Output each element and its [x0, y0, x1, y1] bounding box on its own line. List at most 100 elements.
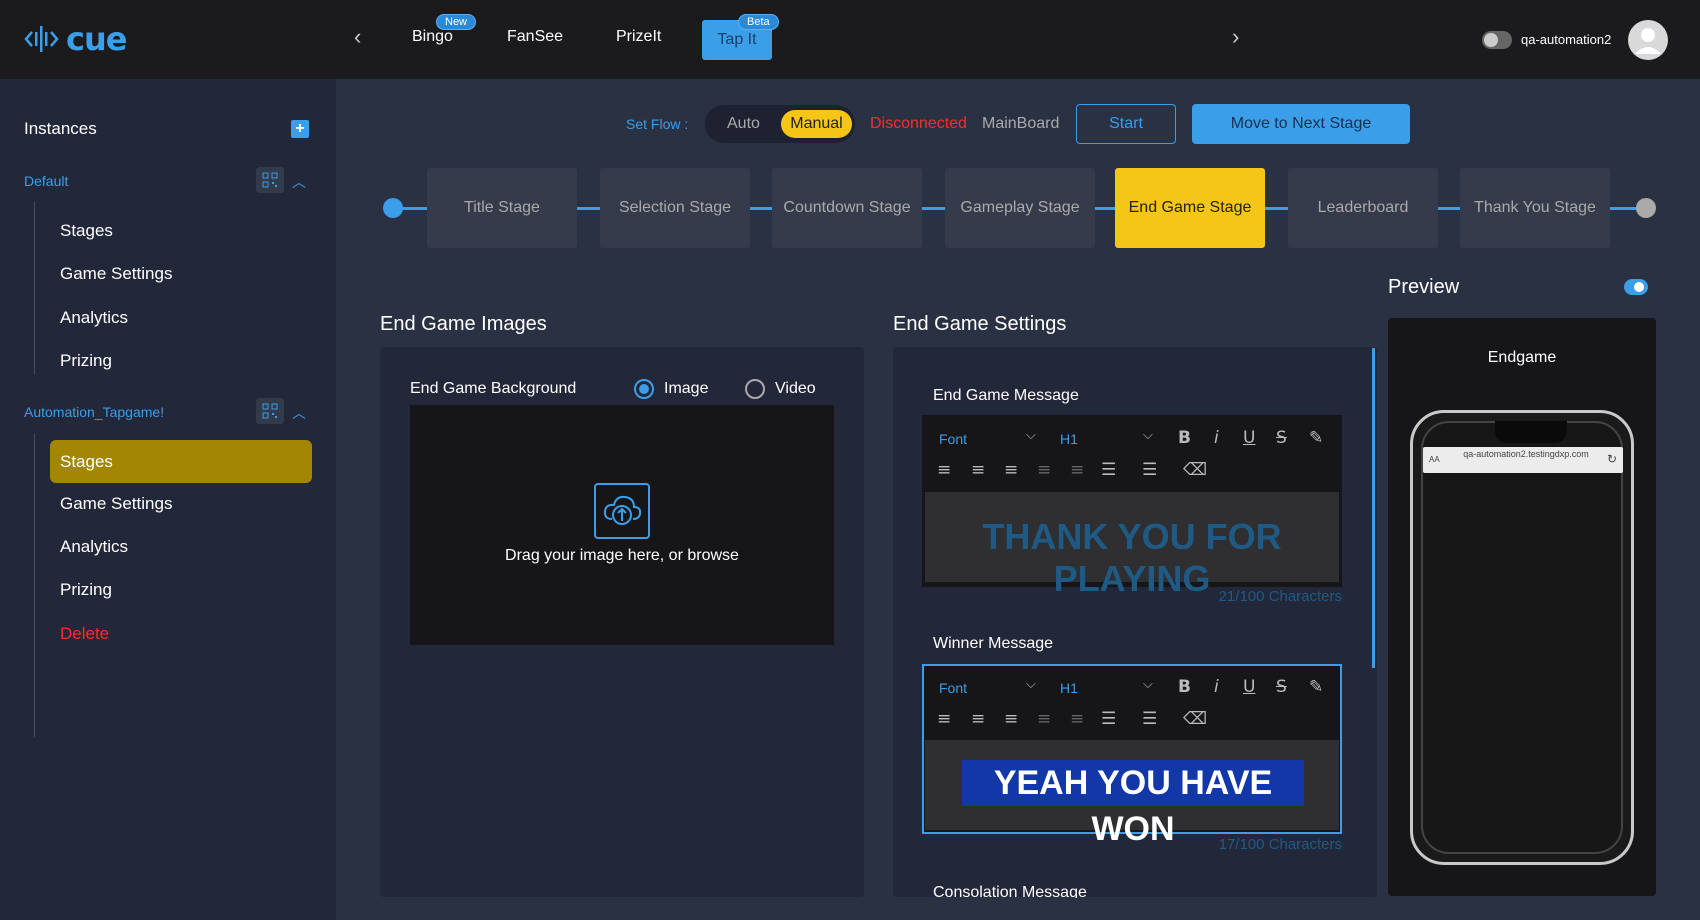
preview-toggle[interactable]: [1624, 279, 1648, 295]
sidebar: Instances + Default ︿ Stages Game Settin…: [0, 79, 336, 920]
sidebar-item-stages-active[interactable]: Stages: [50, 440, 312, 483]
italic-icon[interactable]: i: [1214, 677, 1219, 697]
stage-title[interactable]: Title Stage: [427, 168, 577, 248]
sidebar-item-prizing[interactable]: Prizing: [60, 351, 112, 371]
align-center-icon[interactable]: ≡: [971, 709, 985, 729]
avatar[interactable]: [1628, 20, 1668, 60]
username: qa-automation2: [1521, 32, 1612, 47]
stage-countdown[interactable]: Countdown Stage: [772, 168, 922, 248]
underline-icon[interactable]: U: [1243, 428, 1255, 448]
align-left-icon[interactable]: ≡: [937, 460, 951, 480]
tab-fansee[interactable]: FanSee: [507, 28, 563, 46]
phone-mockup: AA qa-automation2.testingdxp.com ↻: [1410, 410, 1634, 865]
italic-icon[interactable]: i: [1214, 428, 1219, 448]
strikethrough-icon[interactable]: S: [1276, 677, 1287, 697]
add-instance-button[interactable]: +: [291, 120, 309, 138]
image-radio[interactable]: [634, 379, 654, 399]
chevron-down-icon[interactable]: ⌵: [1143, 428, 1153, 443]
bold-icon[interactable]: B: [1178, 428, 1191, 448]
unordered-list-icon[interactable]: ☰: [1142, 460, 1157, 480]
sidebar-item-prizing[interactable]: Prizing: [60, 580, 112, 600]
indent-icon[interactable]: ≡: [1070, 460, 1084, 480]
tab-bingo[interactable]: Bingo: [412, 28, 453, 46]
font-select[interactable]: Font: [939, 680, 967, 696]
video-radio[interactable]: [745, 379, 765, 399]
phone-notch: [1495, 421, 1567, 443]
stage-end-game[interactable]: End Game Stage: [1115, 168, 1265, 248]
aa-text: AA: [1429, 455, 1440, 464]
clear-format-icon[interactable]: ⌫: [1183, 709, 1207, 729]
group-automation-tapgame[interactable]: Automation_Tapgame!: [24, 404, 164, 420]
sidebar-item-analytics[interactable]: Analytics: [60, 308, 128, 328]
tab-prizeit[interactable]: PrizeIt: [616, 28, 661, 46]
sidebar-item-delete[interactable]: Delete: [60, 624, 109, 644]
chevron-down-icon[interactable]: ⌵: [1026, 428, 1036, 443]
upload-icon[interactable]: [594, 483, 650, 539]
connection-status: Disconnected: [870, 115, 967, 132]
dropzone-text: Drag your image here, or browse: [505, 547, 739, 564]
theme-toggle[interactable]: [1482, 31, 1512, 49]
phone-screen: AA qa-automation2.testingdxp.com ↻: [1421, 421, 1623, 854]
brush-icon[interactable]: ✎: [1309, 677, 1323, 697]
reload-icon: ↻: [1606, 452, 1617, 466]
clear-format-icon[interactable]: ⌫: [1183, 460, 1207, 480]
heading-select[interactable]: H1: [1060, 680, 1078, 696]
chevron-up-icon[interactable]: ︿: [292, 172, 306, 192]
outdent-icon[interactable]: ≡: [1037, 460, 1051, 480]
winner-message-text[interactable]: YEAH YOU HAVE WON: [962, 760, 1304, 848]
chevron-down-icon[interactable]: ⌵: [1143, 677, 1153, 692]
brush-icon[interactable]: ✎: [1309, 428, 1323, 448]
ordered-list-icon[interactable]: ☰: [1101, 709, 1116, 729]
user-icon: [1635, 28, 1661, 54]
chevron-up-icon[interactable]: ︿: [292, 403, 306, 423]
align-left-icon[interactable]: ≡: [937, 709, 951, 729]
sidebar-item-stages[interactable]: Stages: [60, 221, 113, 241]
stage-leaderboard[interactable]: Leaderboard: [1288, 168, 1438, 248]
instances-title: Instances: [24, 119, 97, 138]
ordered-list-icon[interactable]: ☰: [1101, 460, 1116, 480]
underline-icon[interactable]: U: [1243, 677, 1255, 697]
flow-auto-option[interactable]: Auto: [727, 115, 760, 133]
unordered-list-icon[interactable]: ☰: [1142, 709, 1157, 729]
qr-code-icon[interactable]: [256, 398, 284, 424]
chevron-right-icon[interactable]: ›: [1232, 24, 1239, 50]
settings-scrollbar[interactable]: [1372, 348, 1375, 668]
set-flow-label: Set Flow :: [626, 116, 689, 132]
align-right-icon[interactable]: ≡: [1004, 709, 1018, 729]
align-center-icon[interactable]: ≡: [971, 460, 985, 480]
bold-icon[interactable]: B: [1178, 677, 1191, 697]
stage-thank-you[interactable]: Thank You Stage: [1460, 168, 1610, 248]
cue-logo[interactable]: cue: [24, 20, 127, 58]
start-button[interactable]: Start: [1076, 104, 1176, 144]
preview-title: Preview: [1388, 276, 1460, 298]
qr-code-icon[interactable]: [256, 167, 284, 193]
stage-gameplay[interactable]: Gameplay Stage: [945, 168, 1095, 248]
winner-message-char-count: 17/100 Characters: [1218, 836, 1342, 853]
font-select[interactable]: Font: [939, 431, 967, 447]
beta-badge: Beta: [738, 14, 779, 30]
sidebar-item-game-settings[interactable]: Game Settings: [60, 494, 172, 514]
browser-address-bar: AA qa-automation2.testingdxp.com ↻: [1423, 447, 1623, 473]
chevron-left-icon[interactable]: ‹: [354, 24, 361, 50]
flow-manual-option[interactable]: Manual: [781, 110, 852, 138]
heading-select[interactable]: H1: [1060, 431, 1078, 447]
group-default[interactable]: Default: [24, 173, 68, 189]
end-game-settings-title: End Game Settings: [893, 313, 1067, 335]
next-stage-button[interactable]: Move to Next Stage: [1192, 104, 1410, 144]
sidebar-item-game-settings[interactable]: Game Settings: [60, 264, 172, 284]
logo-text: cue: [66, 20, 127, 58]
align-right-icon[interactable]: ≡: [1004, 460, 1018, 480]
sidebar-item-analytics[interactable]: Analytics: [60, 537, 128, 557]
stage-selection[interactable]: Selection Stage: [600, 168, 750, 248]
top-nav-bar: cue ‹ New Bingo FanSee PrizeIt Tap It Be…: [0, 0, 1700, 79]
chevron-down-icon[interactable]: ⌵: [1026, 677, 1036, 692]
preview-screen-name: Endgame: [1487, 349, 1557, 366]
outdent-icon[interactable]: ≡: [1037, 709, 1051, 729]
video-option-label: Video: [775, 380, 816, 397]
winner-message-label: Winner Message: [933, 635, 1054, 652]
end-message-char-count: 21/100 Characters: [1218, 588, 1342, 605]
stage-end-dot: [1636, 198, 1656, 218]
cue-logo-icon: [24, 26, 59, 52]
indent-icon[interactable]: ≡: [1070, 709, 1084, 729]
strikethrough-icon[interactable]: S: [1276, 428, 1287, 448]
